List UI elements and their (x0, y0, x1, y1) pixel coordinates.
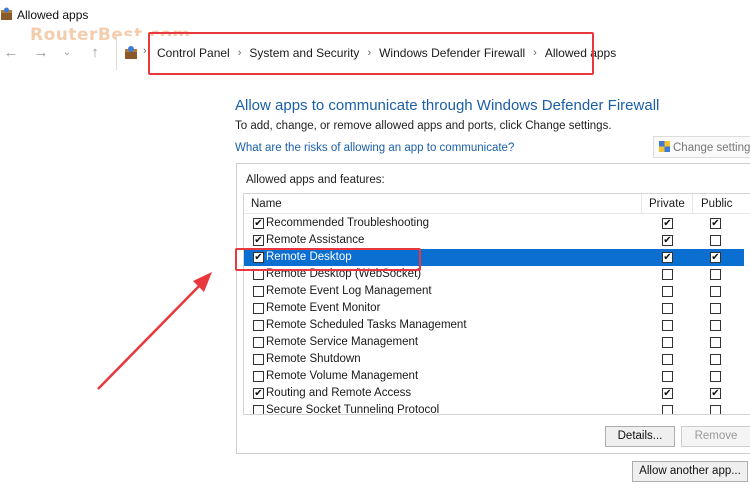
public-checkbox[interactable] (710, 235, 721, 246)
location-chevron-icon: › (143, 45, 147, 57)
page-description: To add, change, or remove allowed apps a… (235, 120, 612, 132)
enable-checkbox[interactable] (253, 371, 264, 382)
public-checkbox[interactable] (710, 269, 721, 280)
private-checkbox[interactable] (662, 320, 673, 331)
table-row[interactable]: ✔ Recommended Troubleshooting ✔ ✔ (244, 215, 744, 232)
app-name-label: Remote Scheduled Tasks Management (266, 319, 467, 331)
app-name-label: Recommended Troubleshooting (266, 217, 430, 229)
back-arrow-icon[interactable]: ← (2, 44, 20, 62)
remote-desktop-highlight-box (235, 248, 421, 271)
forward-arrow-icon[interactable]: → (32, 44, 50, 62)
private-checkbox[interactable] (662, 405, 673, 414)
app-name-label: Remote Service Management (266, 336, 419, 348)
table-row[interactable]: Remote Shutdown (244, 351, 744, 368)
public-checkbox[interactable] (710, 371, 721, 382)
firewall-location-icon (125, 46, 137, 59)
app-name-label: Remote Event Monitor (266, 302, 381, 314)
column-public[interactable]: Public (701, 198, 732, 210)
app-name-label: Routing and Remote Access (266, 387, 412, 399)
risks-link[interactable]: What are the risks of allowing an app to… (235, 142, 514, 154)
allowed-apps-label: Allowed apps and features: (246, 174, 385, 186)
enable-checkbox[interactable] (253, 337, 264, 348)
table-row[interactable]: ✔ Remote Assistance ✔ (244, 232, 744, 249)
change-settings-label: Change settings (673, 142, 750, 154)
app-name-label: Remote Volume Management (266, 370, 419, 382)
private-checkbox[interactable]: ✔ (662, 235, 673, 246)
column-private[interactable]: Private (641, 198, 692, 214)
enable-checkbox[interactable]: ✔ (253, 388, 264, 399)
recent-chevron-icon[interactable]: ⌄ (58, 44, 76, 62)
table-header: Name Private Public (244, 194, 750, 214)
public-checkbox[interactable] (710, 286, 721, 297)
private-checkbox[interactable] (662, 354, 673, 365)
public-checkbox[interactable] (710, 320, 721, 331)
remove-button[interactable]: Remove (681, 426, 750, 447)
allow-another-app-button[interactable]: Allow another app... (632, 461, 748, 482)
enable-checkbox[interactable] (253, 303, 264, 314)
public-checkbox[interactable] (710, 337, 721, 348)
private-checkbox[interactable]: ✔ (662, 218, 673, 229)
allowed-apps-panel: Allowed apps and features: Name Private … (236, 163, 750, 454)
page-title: Allow apps to communicate through Window… (235, 97, 660, 114)
app-name-label: Remote Shutdown (266, 353, 361, 365)
enable-checkbox[interactable] (253, 286, 264, 297)
public-checkbox[interactable]: ✔ (710, 388, 721, 399)
public-checkbox[interactable]: ✔ (710, 252, 721, 263)
private-checkbox[interactable] (662, 303, 673, 314)
private-checkbox[interactable] (662, 371, 673, 382)
table-row[interactable]: Remote Scheduled Tasks Management (244, 317, 744, 334)
column-divider (692, 194, 693, 214)
apps-table: Name Private Public ✔ Recommended Trouble… (243, 193, 750, 415)
up-arrow-icon[interactable]: ↑ (86, 44, 104, 62)
change-settings-button[interactable]: Change settings (653, 136, 750, 158)
table-row[interactable]: Secure Socket Tunneling Protocol (244, 402, 744, 415)
public-checkbox[interactable]: ✔ (710, 218, 721, 229)
enable-checkbox[interactable] (253, 354, 264, 365)
app-name-label: Secure Socket Tunneling Protocol (266, 404, 440, 415)
app-name-label: Remote Assistance (266, 234, 365, 246)
app-name-label: Remote Event Log Management (266, 285, 432, 297)
public-checkbox[interactable] (710, 354, 721, 365)
table-row[interactable]: Remote Event Log Management (244, 283, 744, 300)
column-name[interactable]: Name (251, 198, 282, 210)
table-row[interactable]: Remote Volume Management (244, 368, 744, 385)
table-row[interactable]: ✔ Routing and Remote Access ✔ ✔ (244, 385, 744, 402)
public-checkbox[interactable] (710, 405, 721, 414)
enable-checkbox[interactable] (253, 320, 264, 331)
breadcrumb-highlight-box (148, 32, 594, 75)
public-checkbox[interactable] (710, 303, 721, 314)
enable-checkbox[interactable]: ✔ (253, 218, 264, 229)
enable-checkbox[interactable] (253, 405, 264, 414)
window-title: Allowed apps (17, 8, 89, 22)
private-checkbox[interactable]: ✔ (662, 388, 673, 399)
details-button[interactable]: Details... (605, 426, 675, 447)
table-row[interactable]: Remote Event Monitor (244, 300, 744, 317)
private-checkbox[interactable] (662, 337, 673, 348)
enable-checkbox[interactable]: ✔ (253, 235, 264, 246)
firewall-app-icon (1, 7, 12, 20)
private-checkbox[interactable]: ✔ (662, 252, 673, 263)
private-checkbox[interactable] (662, 269, 673, 280)
uac-shield-icon (659, 141, 670, 152)
private-checkbox[interactable] (662, 286, 673, 297)
table-row[interactable]: Remote Service Management (244, 334, 744, 351)
